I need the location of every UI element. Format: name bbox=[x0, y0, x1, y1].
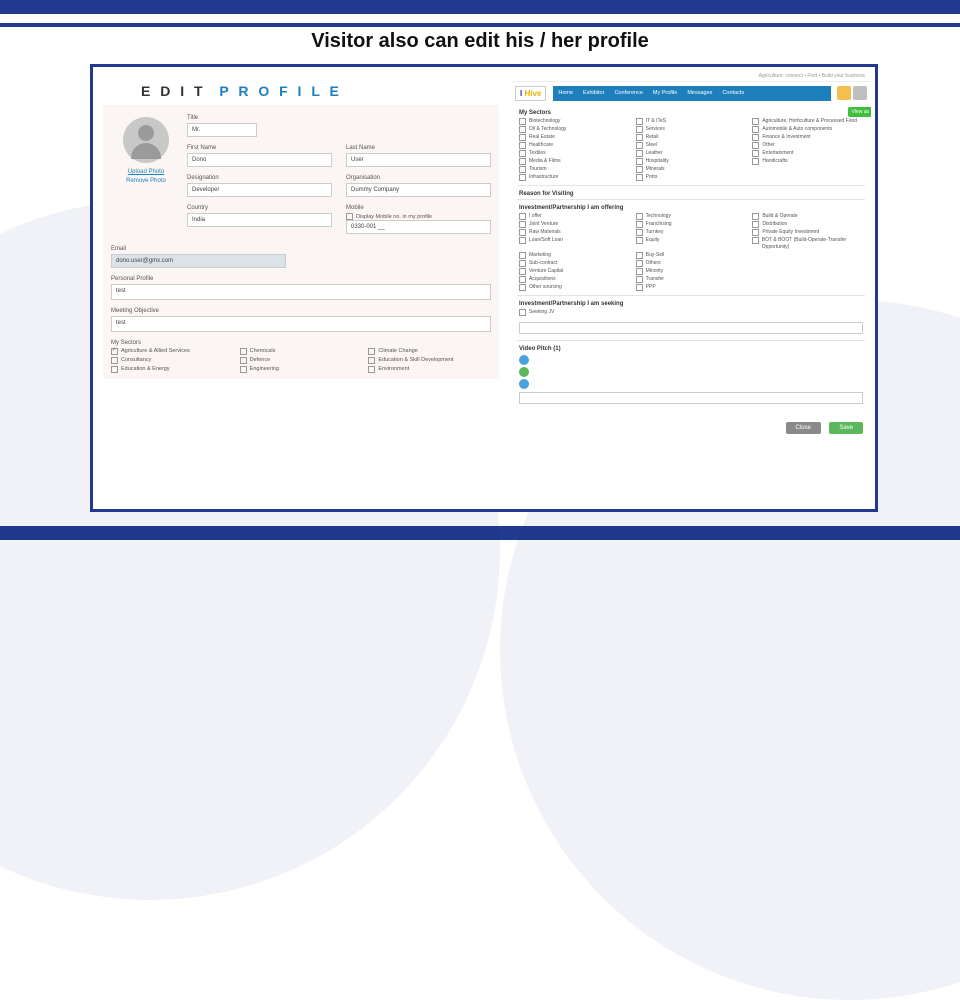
offering-label: Investment/Partnership I am offering bbox=[511, 200, 871, 213]
country-label: Country bbox=[187, 205, 332, 211]
sector-checkbox[interactable] bbox=[111, 348, 118, 355]
email-input[interactable]: dono.user@gmx.com bbox=[111, 254, 286, 268]
title-select[interactable]: Mr. bbox=[187, 123, 257, 137]
hive-topbar: Agriculture: connect • Find • Build your… bbox=[511, 71, 871, 82]
my-sectors-grid: Agriculture & Allied Services Chemicals … bbox=[111, 348, 491, 373]
title-label: Title bbox=[187, 115, 257, 121]
sector-checkbox[interactable] bbox=[240, 366, 247, 373]
close-button[interactable]: Close bbox=[786, 422, 821, 434]
email-label: Email bbox=[111, 246, 491, 252]
hive-logo: I Hive bbox=[515, 86, 546, 101]
video-icon[interactable] bbox=[519, 379, 529, 389]
mobile-input[interactable]: 0330-001 __ bbox=[346, 220, 491, 234]
organisation-label: Organisation bbox=[346, 175, 491, 181]
sector-checkbox[interactable] bbox=[240, 357, 247, 364]
edit-profile-header: E D I T P R O F I L E bbox=[97, 71, 505, 105]
tab-messages[interactable]: Messages bbox=[682, 86, 717, 101]
badge-icon bbox=[837, 86, 851, 100]
sector-checkbox[interactable] bbox=[368, 357, 375, 364]
slide-top-bar bbox=[0, 0, 960, 14]
my-sectors-label: My Sectors bbox=[111, 340, 491, 346]
seeking-grid: Seeking JV bbox=[511, 309, 871, 320]
lastname-input[interactable]: User bbox=[346, 153, 491, 167]
preview-sectors-title: My Sectors bbox=[511, 105, 871, 118]
remove-photo-link[interactable]: Remove Photo bbox=[111, 178, 181, 184]
slide-sub-bar bbox=[0, 23, 960, 27]
hive-nav-tabs: Home Exhibitor Conference My Profile Mes… bbox=[553, 86, 831, 101]
mobile-display-checkbox[interactable] bbox=[346, 213, 353, 220]
sector-checkbox[interactable] bbox=[111, 357, 118, 364]
mobile-display-label: Display Mobile no. in my profile bbox=[356, 214, 432, 220]
tab-home[interactable]: Home bbox=[553, 86, 578, 101]
upload-photo-link[interactable]: Upload Photo bbox=[111, 169, 181, 175]
tab-exhibitor[interactable]: Exhibitor bbox=[578, 86, 609, 101]
meeting-objective-textarea[interactable]: test bbox=[111, 316, 491, 332]
video-input[interactable] bbox=[519, 392, 863, 404]
video-icon[interactable] bbox=[519, 355, 529, 365]
country-select[interactable]: India bbox=[187, 213, 332, 227]
video-pitch-label: Video Pitch (1) bbox=[511, 341, 871, 354]
seeking-label: Investment/Partnership I am seeking bbox=[511, 296, 871, 309]
personal-profile-textarea[interactable]: test bbox=[111, 284, 491, 300]
tab-contacts[interactable]: Contacts bbox=[717, 86, 749, 101]
preview-sectors-grid: BiotechnologyIT & ITeSAgriculture, Horti… bbox=[511, 118, 871, 185]
sector-checkbox[interactable] bbox=[368, 366, 375, 373]
firstname-label: First Name bbox=[187, 145, 332, 151]
sector-checkbox[interactable] bbox=[368, 348, 375, 355]
video-icon[interactable] bbox=[519, 367, 529, 377]
meeting-objective-label: Meeting Objective bbox=[111, 308, 491, 314]
organisation-input[interactable]: Dummy Company bbox=[346, 183, 491, 197]
personal-profile-label: Personal Profile bbox=[111, 276, 491, 282]
designation-label: Designation bbox=[187, 175, 332, 181]
tab-my-profile[interactable]: My Profile bbox=[648, 86, 682, 101]
panel-preview: Agriculture: connect • Find • Build your… bbox=[511, 71, 871, 505]
firstname-input[interactable]: Dono bbox=[187, 153, 332, 167]
view-as-pill[interactable]: View as bbox=[848, 107, 871, 117]
mobile-label: Mobile bbox=[346, 205, 491, 211]
offering-grid: I offerTechnologyBuild & Operate Joint V… bbox=[511, 213, 871, 295]
lastname-label: Last Name bbox=[346, 145, 491, 151]
save-button[interactable]: Save bbox=[829, 422, 863, 434]
panels-frame: E D I T P R O F I L E Upload Photo Remov… bbox=[90, 64, 878, 512]
panel-edit-profile: E D I T P R O F I L E Upload Photo Remov… bbox=[97, 71, 505, 505]
seeking-input[interactable] bbox=[519, 322, 863, 334]
sector-checkbox[interactable] bbox=[240, 348, 247, 355]
designation-input[interactable]: Developer bbox=[187, 183, 332, 197]
slide-title: Visitor also can edit his / her profile bbox=[0, 30, 960, 53]
avatar-placeholder bbox=[123, 117, 169, 163]
user-icon[interactable] bbox=[853, 86, 867, 100]
sector-checkbox[interactable] bbox=[111, 366, 118, 373]
reason-label: Reason for Visiting bbox=[511, 186, 871, 199]
tab-conference[interactable]: Conference bbox=[609, 86, 647, 101]
